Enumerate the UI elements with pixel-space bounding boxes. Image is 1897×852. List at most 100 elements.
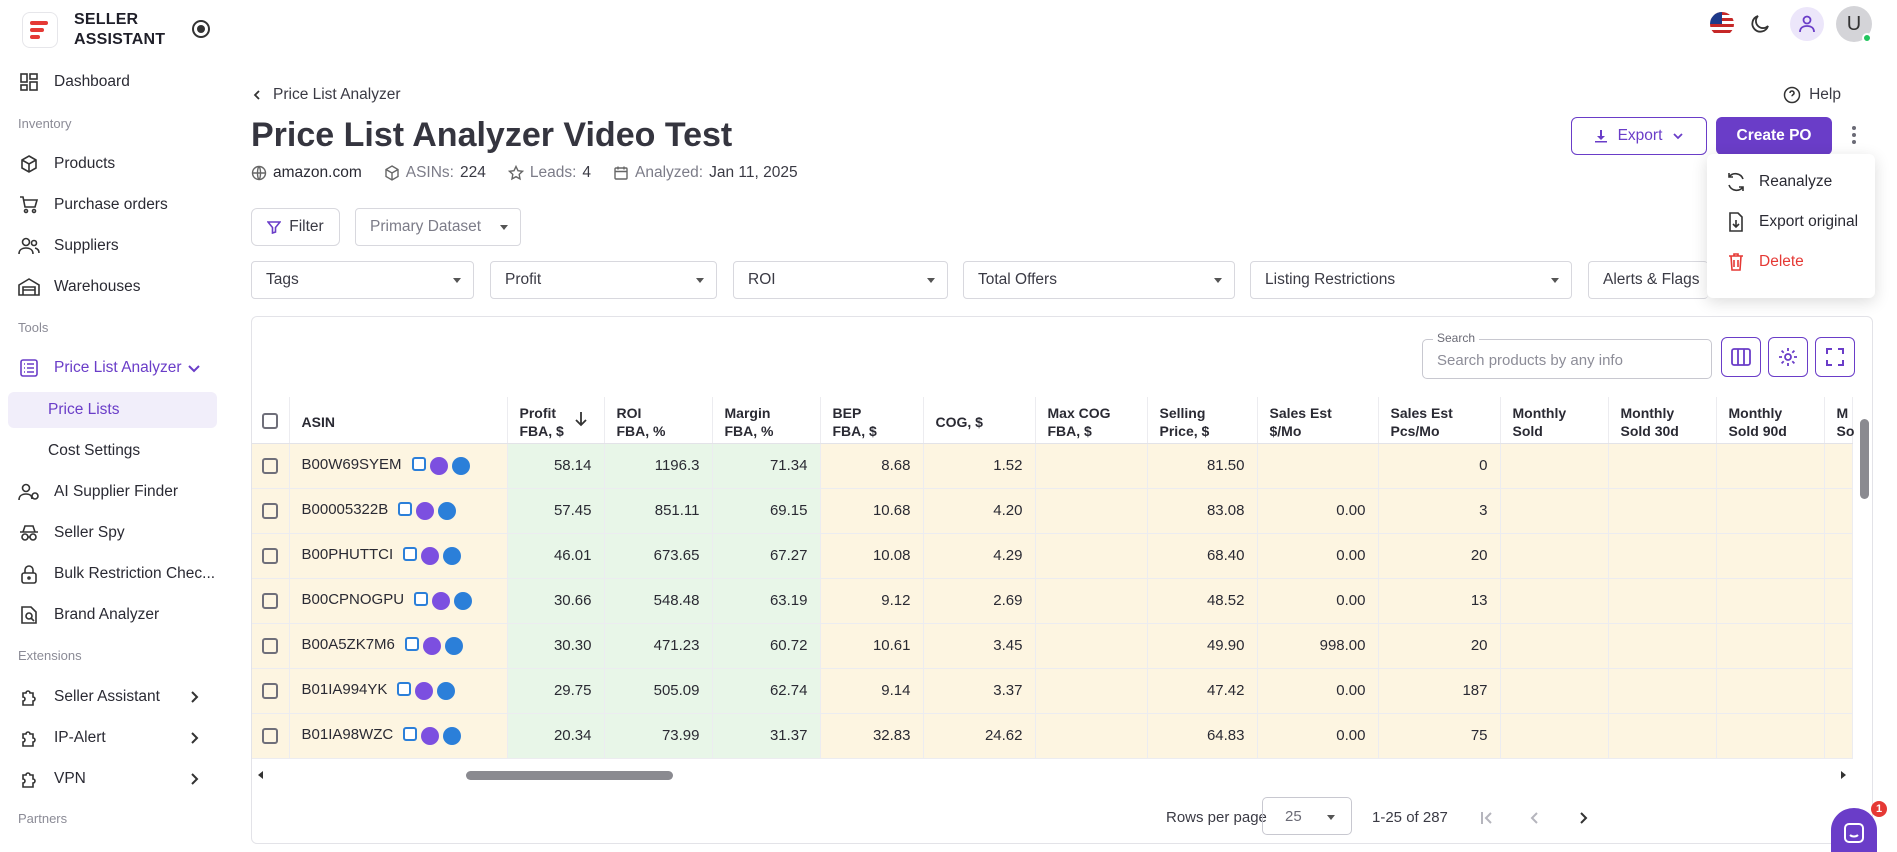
column-header[interactable]: Margin FBA, % [712, 397, 821, 444]
listing-restrictions-select[interactable]: Listing Restrictions [1250, 261, 1572, 299]
keepa-icon[interactable] [437, 681, 456, 700]
asin-value[interactable]: B01IA994YK [302, 681, 388, 698]
search-input[interactable]: Search Search products by any info [1422, 331, 1712, 379]
product-cube-icon[interactable] [414, 591, 429, 606]
column-header[interactable]: M So [1824, 397, 1854, 444]
brand-logo[interactable]: SELLER ASSISTANT [22, 10, 165, 50]
keepa-icon[interactable] [438, 501, 457, 520]
sidebar-item-bulk-restriction-checker[interactable]: Bulk Restriction Chec... [8, 557, 217, 591]
table-row[interactable]: B00PHUTTCI 46.01 673.65 67.27 10.08 4.29 68.40… [252, 533, 1853, 579]
asin-value[interactable]: B00A5ZK7M6 [302, 636, 395, 653]
total-offers-select[interactable]: Total Offers [963, 261, 1235, 299]
alerts-flags-select[interactable]: Alerts & Flags [1588, 261, 1708, 299]
sidebar-item-brand-analyzer[interactable]: Brand Analyzer [8, 598, 217, 632]
row-checkbox[interactable] [252, 578, 290, 624]
table-row[interactable]: B00005322B 57.45 851.11 69.15 10.68 4.20 83.08… [252, 488, 1853, 534]
roi-select[interactable]: ROI [733, 261, 948, 299]
fullscreen-button[interactable] [1815, 337, 1855, 377]
row-checkbox[interactable] [252, 488, 290, 534]
table-row[interactable]: B01IA98WZC 20.34 73.99 31.37 32.83 24.62 64.83… [252, 713, 1853, 759]
sidebar-item-seller-spy[interactable]: Seller Spy [8, 516, 217, 550]
breadcrumb[interactable]: Price List Analyzer [251, 86, 401, 104]
keepa-icon[interactable] [444, 636, 463, 655]
sidebar-item-price-lists[interactable]: Price Lists [8, 392, 217, 428]
sidebar-item-dashboard[interactable]: Dashboard [8, 65, 217, 99]
keepa-icon[interactable] [451, 456, 470, 475]
sidebar-collapse-toggle[interactable] [192, 20, 210, 38]
chart-icon[interactable] [416, 501, 435, 520]
chart-icon[interactable] [421, 546, 440, 565]
sidebar-item-cost-settings[interactable]: Cost Settings [8, 433, 217, 469]
column-header[interactable]: ASIN [289, 397, 508, 444]
column-header[interactable]: COG, $ [923, 397, 1036, 444]
create-po-button[interactable]: Create PO [1716, 117, 1832, 155]
sidebar-item-ip-alert[interactable]: IP-Alert [8, 721, 217, 755]
table-row[interactable]: B00CPNOGPU 30.66 548.48 63.19 9.12 2.69 48.52 0… [252, 578, 1853, 624]
menu-item-reanalyze[interactable]: Reanalyze [1707, 162, 1875, 202]
menu-item-export-original[interactable]: Export original [1707, 202, 1875, 242]
asin-value[interactable]: B00W69SYEM [302, 456, 402, 473]
export-button[interactable]: Export [1571, 117, 1707, 155]
column-header[interactable]: ROI FBA, % [604, 397, 713, 444]
keepa-icon[interactable] [443, 726, 462, 745]
more-options-icon[interactable] [1851, 124, 1857, 146]
column-header[interactable]: Sales Est $/Mo [1257, 397, 1379, 444]
product-cube-icon[interactable] [403, 726, 418, 741]
dataset-select[interactable]: Primary Dataset [355, 208, 521, 246]
keepa-icon[interactable] [443, 546, 462, 565]
column-header[interactable]: Sales Est Pcs/Mo [1378, 397, 1501, 444]
asin-value[interactable]: B00PHUTTCI [302, 546, 394, 563]
horizontal-scrollbar[interactable] [252, 766, 1852, 784]
rows-per-page-select[interactable]: 25 [1262, 797, 1352, 835]
sidebar-item-vpn[interactable]: VPN [8, 762, 217, 796]
menu-item-delete[interactable]: Delete [1707, 242, 1875, 282]
sidebar-item-warehouses[interactable]: Warehouses [8, 270, 217, 304]
filter-button[interactable]: Filter [251, 208, 340, 246]
product-cube-icon[interactable] [403, 546, 418, 561]
sidebar-item-suppliers[interactable]: Suppliers [8, 229, 217, 263]
table-row[interactable]: B01IA994YK 29.75 505.09 62.74 9.14 3.37 47.42 0… [252, 668, 1853, 714]
columns-button[interactable] [1721, 337, 1761, 377]
row-checkbox[interactable] [252, 668, 290, 714]
asin-value[interactable]: B01IA98WZC [302, 726, 394, 743]
row-checkbox[interactable] [252, 533, 290, 579]
product-cube-icon[interactable] [398, 501, 413, 516]
asin-value[interactable]: B00005322B [302, 501, 389, 518]
scroll-right-icon[interactable] [1838, 770, 1848, 780]
vertical-scrollbar[interactable] [1855, 397, 1872, 767]
column-header[interactable]: Monthly Sold 90d [1716, 397, 1825, 444]
chart-icon[interactable] [429, 456, 448, 475]
column-header[interactable]: BEP FBA, $ [820, 397, 924, 444]
chart-icon[interactable] [422, 636, 441, 655]
sidebar-item-price-list-analyzer[interactable]: Price List Analyzer [8, 351, 217, 385]
product-cube-icon[interactable] [404, 636, 419, 651]
column-header[interactable]: Monthly Sold 30d [1608, 397, 1717, 444]
row-checkbox[interactable] [252, 623, 290, 669]
sidebar-item-ai-supplier-finder[interactable]: AI Supplier Finder [8, 475, 217, 509]
help-link[interactable]: Help [1783, 86, 1841, 104]
chart-icon[interactable] [432, 591, 451, 610]
product-cube-icon[interactable] [411, 456, 426, 471]
sidebar-item-products[interactable]: Products [8, 147, 217, 181]
profit-select[interactable]: Profit [490, 261, 717, 299]
chart-icon[interactable] [415, 681, 434, 700]
sidebar-item-seller-assistant[interactable]: Seller Assistant [8, 680, 217, 714]
tags-select[interactable]: Tags [251, 261, 474, 299]
sidebar-item-purchase-orders[interactable]: Purchase orders [8, 188, 217, 222]
scroll-left-icon[interactable] [256, 770, 266, 780]
row-checkbox[interactable] [252, 713, 290, 759]
column-header[interactable]: Profit FBA, $ [507, 397, 605, 444]
keepa-icon[interactable] [454, 591, 473, 610]
chat-button[interactable] [1831, 808, 1877, 852]
column-header[interactable]: Monthly Sold [1500, 397, 1609, 444]
settings-button[interactable] [1768, 337, 1808, 377]
chart-icon[interactable] [421, 726, 440, 745]
next-page-icon[interactable] [1574, 809, 1592, 827]
table-row[interactable]: B00W69SYEM 58.14 1196.3 71.34 8.68 1.52 81.50 0 [252, 443, 1853, 489]
product-cube-icon[interactable] [397, 681, 412, 696]
sort-desc-icon[interactable] [574, 411, 588, 427]
table-row[interactable]: B00A5ZK7M6 30.30 471.23 60.72 10.61 3.45 49.90… [252, 623, 1853, 669]
asin-value[interactable]: B00CPNOGPU [302, 591, 405, 608]
column-header[interactable]: Selling Price, $ [1147, 397, 1258, 444]
column-header[interactable]: Max COG FBA, $ [1035, 397, 1148, 444]
